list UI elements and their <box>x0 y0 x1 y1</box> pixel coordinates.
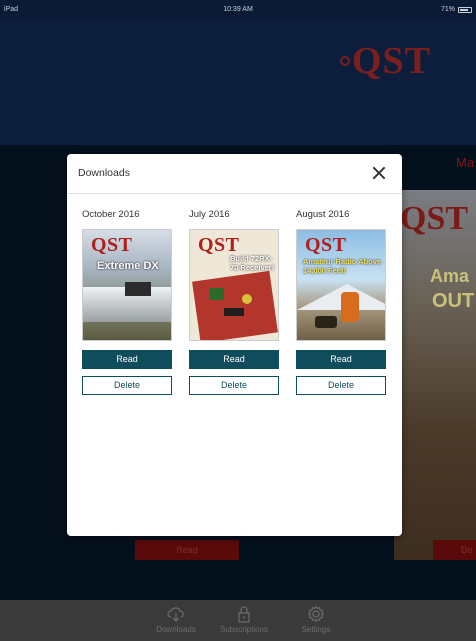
tab-label: Downloads <box>156 625 196 634</box>
issue-date: August 2016 <box>296 209 350 220</box>
background-cover-line1: Ama <box>430 266 470 286</box>
cover-art-detail <box>315 316 337 328</box>
issue-cover-image[interactable]: QST Amateur Radio Above 14,000 Feet! <box>296 229 386 341</box>
cover-headline: Build 72RX-70 Receiver! <box>230 254 275 272</box>
issue-item: August 2016 QST Amateur Radio Above 14,0… <box>296 209 386 395</box>
cover-art-detail <box>224 308 244 316</box>
read-button[interactable]: Read <box>189 350 279 369</box>
battery-percent: 71% <box>440 6 455 13</box>
issue-cover-image[interactable]: QST Build 72RX-70 Receiver! <box>189 229 279 341</box>
logo-text: QST <box>352 40 432 82</box>
modal-title: Downloads <box>78 167 130 179</box>
gear-icon <box>307 605 325 623</box>
close-icon[interactable] <box>370 164 388 182</box>
issue-date: October 2016 <box>82 209 140 220</box>
battery-icon <box>458 6 472 13</box>
lock-icon <box>238 606 250 623</box>
tab-label: Settings <box>301 625 331 634</box>
modal-header: Downloads <box>67 154 402 194</box>
issue-item: July 2016 QST Build 72RX-70 Receiver! Re… <box>189 209 279 395</box>
delete-button[interactable]: Delete <box>296 376 386 395</box>
logo-knob-icon <box>340 56 350 66</box>
background-download-button: Do <box>433 540 476 560</box>
cover-art-detail <box>125 282 151 296</box>
delete-button[interactable]: Delete <box>82 376 172 395</box>
cover-logo: QST <box>91 234 133 256</box>
cover-art-detail <box>210 288 224 300</box>
app-header: QST <box>0 20 476 145</box>
cover-art-detail <box>341 292 359 322</box>
issue-date: July 2016 <box>189 209 230 220</box>
read-button[interactable]: Read <box>296 350 386 369</box>
battery-status: 71% <box>441 6 472 13</box>
cover-headline: Amateur Radio Above 14,000 Feet! <box>303 257 382 275</box>
background-magazine-label: Ma <box>456 155 475 170</box>
cover-headline: Extreme DX <box>97 260 159 272</box>
cloud-download-icon <box>167 607 184 622</box>
background-read-button: Read <box>135 540 239 560</box>
tab-downloads[interactable]: Downloads <box>150 605 202 634</box>
status-bar: iPad 10:39 AM 71% <box>0 0 476 20</box>
read-button[interactable]: Read <box>82 350 172 369</box>
background-cover-logo: QST <box>400 200 469 237</box>
issue-item: October 2016 QST Extreme DX Read Delete <box>82 209 172 395</box>
cover-art <box>192 270 278 340</box>
bottom-tab-bar: Downloads Subscriptions Settings <box>0 600 476 641</box>
background-magazine-cover: QST Ama OUT <box>394 190 476 560</box>
tab-settings[interactable]: Settings <box>296 605 336 634</box>
cover-logo: QST <box>305 234 347 256</box>
background-cover-line2: OUT <box>432 290 475 312</box>
qst-logo: QST <box>340 40 472 82</box>
tab-subscriptions[interactable]: Subscriptions <box>213 605 275 634</box>
cover-art-detail <box>242 294 252 304</box>
downloads-modal: Downloads October 2016 QST Extreme DX Re… <box>67 154 402 536</box>
downloaded-issues-list: October 2016 QST Extreme DX Read Delete … <box>82 209 386 395</box>
delete-button[interactable]: Delete <box>189 376 279 395</box>
tab-label: Subscriptions <box>219 625 269 634</box>
issue-cover-image[interactable]: QST Extreme DX <box>82 229 172 341</box>
status-time: 10:39 AM <box>223 6 253 13</box>
